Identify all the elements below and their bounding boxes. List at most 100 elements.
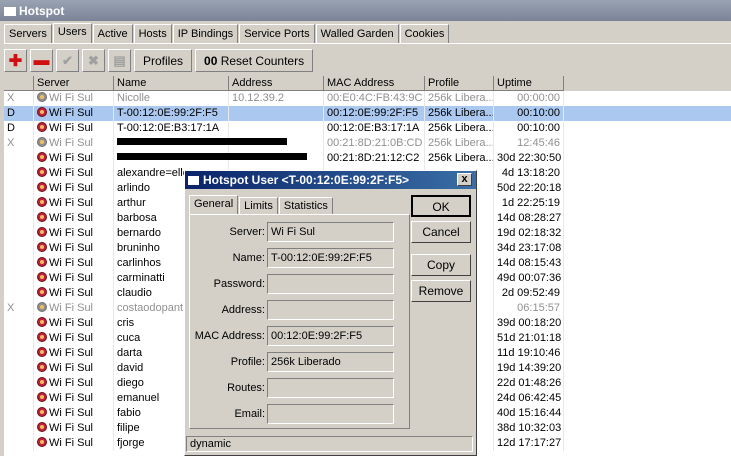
row-uptime: 51d 21:01:18 xyxy=(494,331,564,346)
row-profile: 256k Libera... xyxy=(425,136,494,151)
row-uptime-text: 19d 14:39:20 xyxy=(497,362,562,374)
row-uptime-text: 06:15:57 xyxy=(517,302,560,314)
table-row[interactable]: X Wi Fi Sul 00:21:8D:21:0B:CD 256k Libera..… xyxy=(4,136,731,151)
add-button[interactable]: ✚ xyxy=(4,49,27,72)
tab-ip-bindings[interactable]: IP Bindings xyxy=(172,24,239,44)
dialog-titlebar[interactable]: Hotspot User <T-00:12:0E:99:2F:F5> x xyxy=(185,171,476,189)
tab-service-ports[interactable]: Service Ports xyxy=(239,24,315,44)
row-uptime: 24d 06:42:45 xyxy=(494,391,564,406)
user-icon xyxy=(37,242,47,252)
row-flag-text: X xyxy=(7,302,15,314)
tab-users[interactable]: Users xyxy=(52,23,92,44)
row-uptime: 00:00:00 xyxy=(494,91,564,106)
cancel-button[interactable]: Cancel xyxy=(411,221,471,243)
disable-button[interactable]: ✖ xyxy=(82,49,105,72)
comment-button[interactable]: ▤ xyxy=(108,49,131,72)
dialog-title: Hotspot User <T-00:12:0E:99:2F:F5> xyxy=(203,173,410,187)
address-field[interactable] xyxy=(267,300,394,320)
row-flag xyxy=(4,331,34,346)
row-flag xyxy=(4,406,34,421)
column-name[interactable]: Name xyxy=(114,76,229,91)
tab-limits[interactable]: Limits xyxy=(239,197,278,215)
user-icon xyxy=(37,137,47,147)
tab-servers[interactable]: Servers xyxy=(4,24,52,44)
row-mac-address: 00:21:8D:21:0B:CD xyxy=(324,136,425,151)
tab-walled-garden[interactable]: Walled Garden xyxy=(315,24,399,44)
column-mac-address[interactable]: MAC Address xyxy=(324,76,425,91)
name-field[interactable]: T-00:12:0E:99:2F:F5 xyxy=(267,248,394,268)
remove-button[interactable]: ▬ xyxy=(30,49,53,72)
table-row[interactable]: D Wi Fi Sul T-00:12:0E:B3:17:1A 00:12:0E:B3… xyxy=(4,121,731,136)
row-flag xyxy=(4,346,34,361)
tab-hosts[interactable]: Hosts xyxy=(133,24,172,44)
user-icon xyxy=(37,212,47,222)
row-uptime: 19d 14:39:20 xyxy=(494,361,564,376)
column-server[interactable]: Server xyxy=(34,76,114,91)
user-icon xyxy=(37,92,47,102)
cross-icon: ✖ xyxy=(88,52,99,68)
row-server: Wi Fi Sul xyxy=(34,241,114,256)
remove-user-button[interactable]: Remove xyxy=(411,280,471,302)
row-server-text: Wi Fi Sul xyxy=(49,272,93,284)
user-icon xyxy=(37,377,47,387)
server-label: Server: xyxy=(229,226,265,238)
row-flag xyxy=(4,376,34,391)
row-uptime-text: 12:45:46 xyxy=(517,137,560,149)
row-flag: D xyxy=(4,121,34,136)
table-header: Server Name Address MAC Address Profile … xyxy=(4,76,731,91)
routes-field[interactable] xyxy=(267,378,394,398)
row-profile-text: 256k Libera... xyxy=(428,122,494,134)
column-flags[interactable] xyxy=(4,76,34,91)
user-icon xyxy=(37,362,47,372)
column-profile[interactable]: Profile xyxy=(425,76,494,91)
password-row: Password: xyxy=(190,274,411,294)
row-mac-address: 00:12:0E:99:2F:F5 xyxy=(324,106,425,121)
ok-button[interactable]: OK xyxy=(411,195,471,217)
row-server: Wi Fi Sul xyxy=(34,301,114,316)
row-mac-address: 00:12:0E:B3:17:1A xyxy=(324,121,425,136)
row-uptime-text: 34d 23:17:08 xyxy=(497,242,562,254)
tab-cookies[interactable]: Cookies xyxy=(399,24,450,44)
row-server: Wi Fi Sul xyxy=(34,271,114,286)
row-name-text: arthur xyxy=(117,197,146,209)
tab-active[interactable]: Active xyxy=(92,24,133,44)
row-uptime-text: 4d 13:18:20 xyxy=(501,167,560,179)
row-uptime: 19d 02:18:32 xyxy=(494,226,564,241)
table-row[interactable]: Wi Fi Sul 00:21:8D:21:12:C2 256k Libera...… xyxy=(4,151,731,166)
row-uptime: 49d 00:07:36 xyxy=(494,271,564,286)
server-field[interactable]: Wi Fi Sul xyxy=(267,222,394,242)
row-server-text: Wi Fi Sul xyxy=(49,392,93,404)
row-uptime: 30d 22:30:50 xyxy=(494,151,564,166)
column-address[interactable]: Address xyxy=(229,76,324,91)
password-field[interactable] xyxy=(267,274,394,294)
close-button[interactable]: x xyxy=(457,173,472,186)
row-uptime-text: 24d 06:42:45 xyxy=(497,392,562,404)
column-uptime[interactable]: Uptime xyxy=(494,76,564,91)
table-row[interactable]: D Wi Fi Sul T-00:12:0E:99:2F:F5 00:12:0E:99… xyxy=(4,106,731,121)
row-name-text: diego xyxy=(117,377,144,389)
mac-address-field[interactable]: 00:12:0E:99:2F:F5 xyxy=(267,326,394,346)
profile-field[interactable]: 256k Liberado xyxy=(267,352,394,372)
row-server: Wi Fi Sul xyxy=(34,121,114,136)
user-icon xyxy=(37,227,47,237)
row-name-text: fabio xyxy=(117,407,141,419)
tab-general[interactable]: General xyxy=(189,195,239,215)
reset-counters-button[interactable]: 00 Reset Counters xyxy=(195,49,314,72)
row-uptime: 06:15:57 xyxy=(494,301,564,316)
row-uptime-text: 22d 01:48:26 xyxy=(497,377,562,389)
row-address xyxy=(229,151,324,166)
email-field[interactable] xyxy=(267,404,394,424)
profiles-button[interactable]: Profiles xyxy=(134,49,193,72)
row-name-text: bernardo xyxy=(117,227,162,239)
tab-statistics[interactable]: Statistics xyxy=(278,197,333,215)
row-server-text: Wi Fi Sul xyxy=(49,377,93,389)
user-icon xyxy=(37,422,47,432)
row-uptime: 40d 15:16:44 xyxy=(494,406,564,421)
row-server: Wi Fi Sul xyxy=(34,361,114,376)
enable-button[interactable]: ✔ xyxy=(56,49,79,72)
copy-button[interactable]: Copy xyxy=(411,254,471,276)
row-uptime: 39d 00:18:20 xyxy=(494,316,564,331)
table-row[interactable]: X Wi Fi Sul Nicolle 10.12.39.2 00:E0:4C:FB:4… xyxy=(4,91,731,106)
row-mac-address-text: 00:E0:4C:FB:43:9C xyxy=(327,92,423,104)
row-flag xyxy=(4,421,34,436)
